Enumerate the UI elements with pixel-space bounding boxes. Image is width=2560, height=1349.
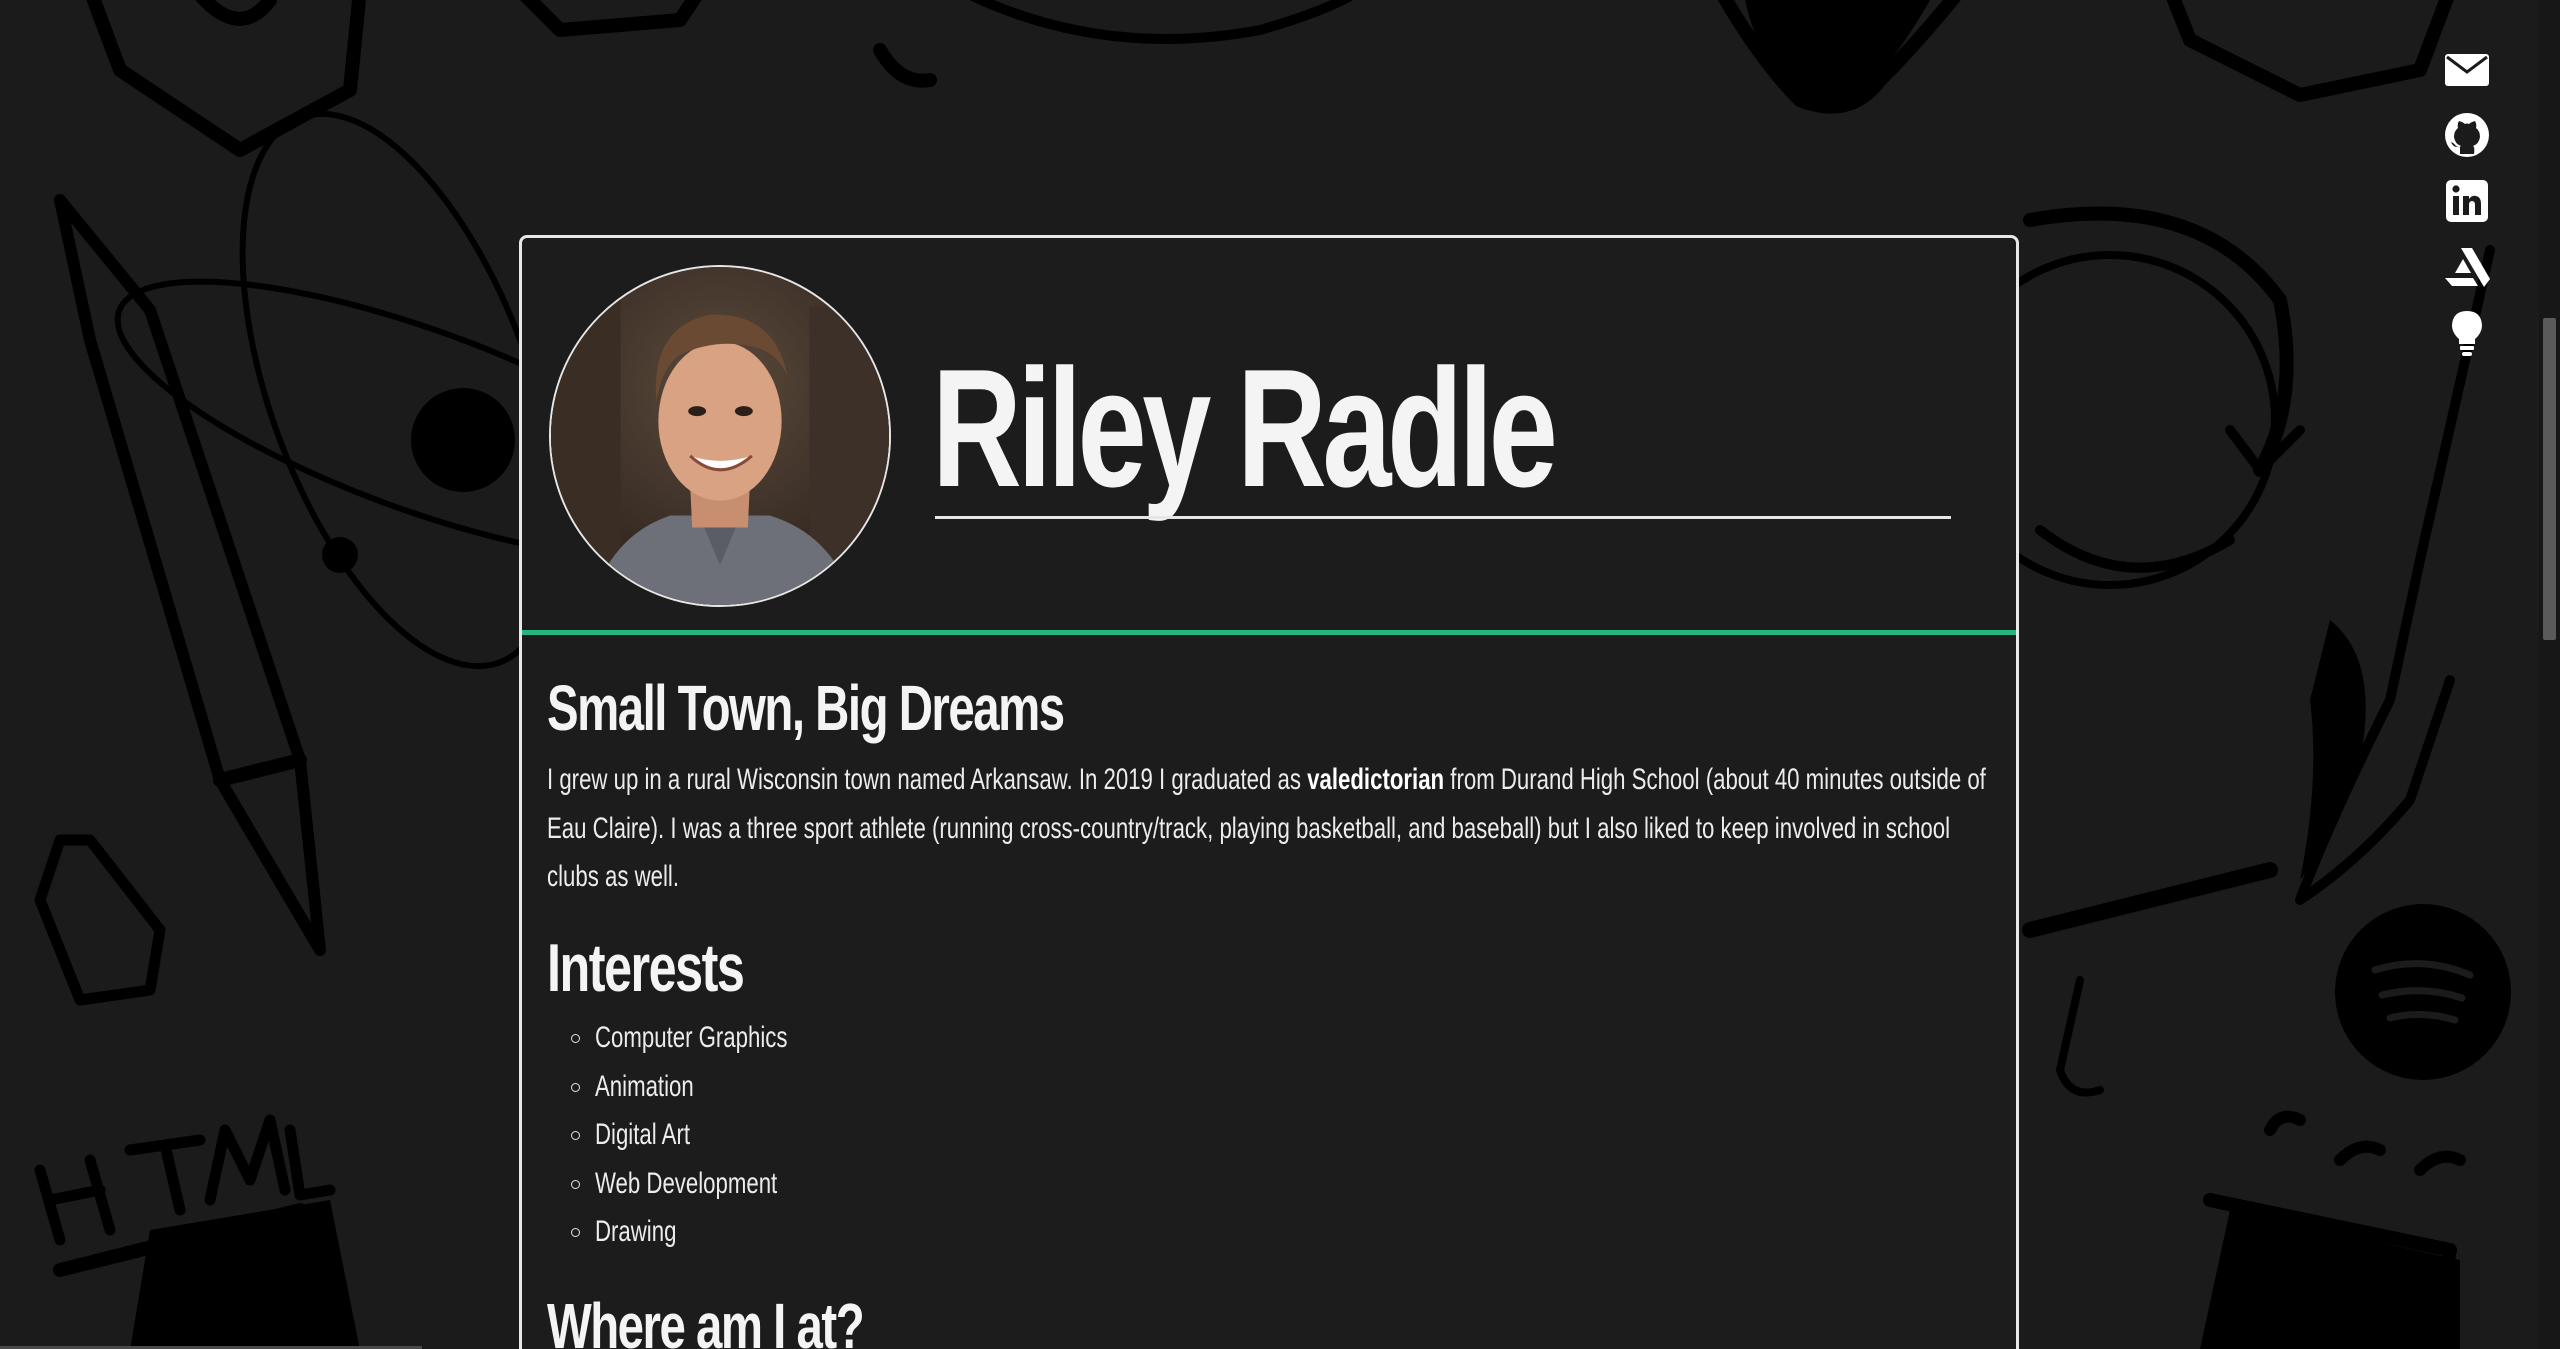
- profile-header: Riley Radle: [522, 238, 2016, 635]
- interests-list: Computer Graphics Animation Digital Art …: [547, 1014, 855, 1257]
- page-viewport: Riley Radle Small Town, Big Dreams I gre…: [0, 0, 2560, 1349]
- email-link[interactable]: [2442, 44, 2492, 94]
- bullet-icon: [571, 1228, 580, 1237]
- envelope-icon: [2445, 54, 2489, 86]
- profile-name: Riley Radle: [932, 334, 1558, 522]
- list-item: Web Development: [547, 1160, 855, 1209]
- artstation-link[interactable]: [2442, 242, 2492, 292]
- bullet-icon: [571, 1131, 580, 1140]
- scrollbar-thumb[interactable]: [2543, 318, 2556, 640]
- linkedin-link[interactable]: [2442, 176, 2492, 226]
- section-title-location: Where am I at?: [547, 1290, 865, 1349]
- list-item: Animation: [547, 1063, 855, 1112]
- bullet-icon: [571, 1034, 580, 1043]
- github-icon: [2445, 113, 2489, 157]
- linkedin-icon: [2446, 180, 2488, 222]
- scrollbar-track[interactable]: [2539, 0, 2560, 1349]
- name-underline: [935, 516, 1951, 519]
- bio-highlight: valedictorian: [1307, 763, 1445, 796]
- artstation-icon: [2445, 248, 2490, 287]
- list-item: Drawing: [547, 1208, 855, 1257]
- section-title-interests: Interests: [547, 930, 745, 1006]
- social-nav: [2440, 44, 2494, 358]
- bullet-icon: [571, 1179, 580, 1189]
- bullet-icon: [571, 1082, 580, 1092]
- bio-paragraph: I grew up in a rural Wisconsin town name…: [547, 756, 1990, 902]
- ideas-link[interactable]: [2442, 308, 2492, 358]
- lightbulb-icon: [2452, 311, 2482, 356]
- profile-photo: [551, 267, 889, 605]
- list-item: Digital Art: [547, 1111, 855, 1160]
- list-item: Computer Graphics: [547, 1014, 855, 1063]
- profile-card: Riley Radle Small Town, Big Dreams I gre…: [519, 235, 2019, 1349]
- section-title-origin: Small Town, Big Dreams: [547, 672, 1065, 744]
- github-link[interactable]: [2442, 110, 2492, 160]
- bio-text-part1: I grew up in a rural Wisconsin town name…: [547, 763, 1308, 796]
- avatar: [549, 265, 891, 607]
